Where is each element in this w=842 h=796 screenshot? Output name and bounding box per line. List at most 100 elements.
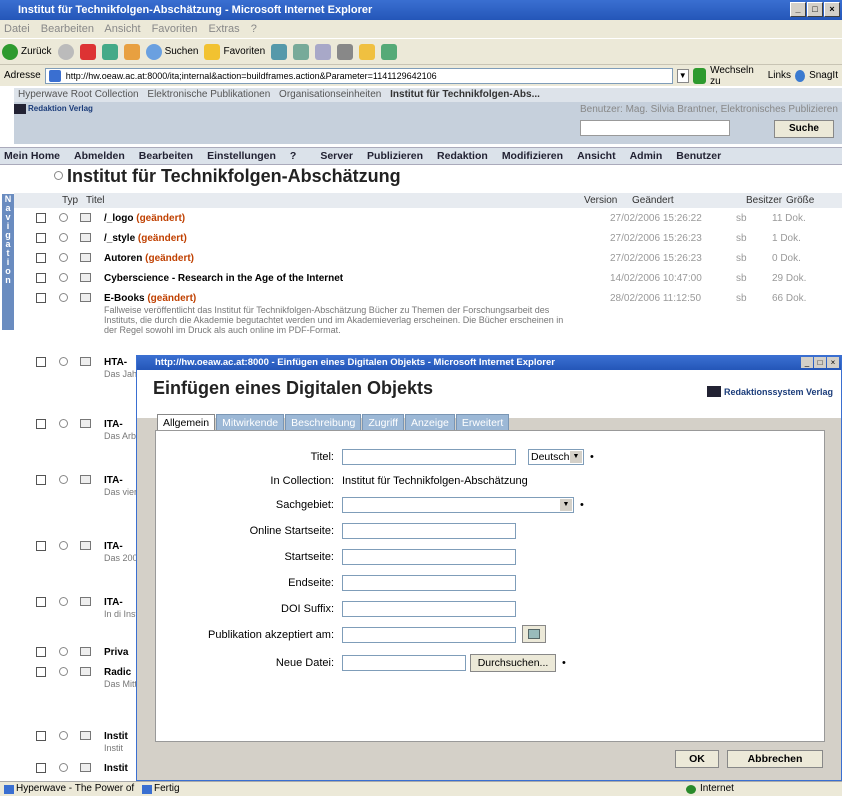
row-title[interactable]: Cyberscience - Research in the Age of th… — [104, 272, 343, 285]
row-checkbox[interactable] — [36, 213, 46, 223]
row-checkbox[interactable] — [36, 357, 46, 367]
startseite-input[interactable] — [342, 549, 516, 565]
row-checkbox[interactable] — [36, 233, 46, 243]
messenger-icon[interactable] — [381, 43, 398, 60]
back-button[interactable]: Zurück — [2, 43, 52, 60]
col-typ[interactable]: Typ — [62, 193, 78, 208]
sachgebiet-select[interactable]: ▼ — [342, 497, 574, 513]
go-icon[interactable] — [692, 67, 707, 84]
col-changed[interactable]: Geändert — [632, 193, 674, 208]
tab-erweitert[interactable]: Erweitert — [455, 414, 510, 431]
nav-logout[interactable]: Abmelden — [74, 150, 125, 162]
row-checkbox[interactable] — [36, 647, 46, 657]
nav-modify[interactable]: Modifizieren — [502, 150, 563, 162]
row-title[interactable]: HTA- — [104, 356, 127, 369]
col-size[interactable]: Größe — [786, 193, 814, 208]
forward-arrow-icon[interactable] — [57, 43, 74, 60]
nav-home[interactable]: Mein Home — [4, 150, 60, 162]
row-title[interactable]: ITA- — [104, 540, 123, 553]
address-dropdown-icon[interactable]: ▼ — [676, 68, 689, 83]
row-title[interactable]: Instit — [104, 762, 128, 775]
search-button[interactable]: Suchen — [145, 43, 198, 60]
menu-extras[interactable]: Extras — [208, 23, 239, 35]
nav-edit[interactable]: Bearbeiten — [139, 150, 193, 162]
maximize-icon[interactable]: □ — [807, 2, 823, 17]
home-icon[interactable] — [123, 43, 140, 60]
online-start-input[interactable] — [342, 523, 516, 539]
row-title[interactable]: /_style (geändert) — [104, 232, 187, 245]
nav-view[interactable]: Ansicht — [577, 150, 616, 162]
endseite-input[interactable] — [342, 575, 516, 591]
menu-help[interactable]: ? — [251, 23, 257, 35]
language-select[interactable]: Deutsch ▼ — [528, 449, 584, 465]
info-icon[interactable] — [59, 731, 68, 740]
row-title[interactable]: Instit — [104, 730, 128, 743]
go-button[interactable]: Wechseln zu — [710, 65, 758, 87]
menu-bearbeiten[interactable]: Bearbeiten — [41, 23, 94, 35]
info-icon[interactable] — [59, 293, 68, 302]
row-title[interactable]: Radic — [104, 666, 131, 679]
info-icon[interactable] — [59, 273, 68, 282]
accepted-date-input[interactable] — [342, 627, 516, 643]
ok-button[interactable]: OK — [675, 750, 719, 768]
info-icon[interactable] — [59, 233, 68, 242]
row-title[interactable]: ITA- — [104, 596, 123, 609]
browse-button[interactable]: Durchsuchen... — [470, 654, 556, 672]
info-icon[interactable] — [59, 667, 68, 676]
row-checkbox[interactable] — [36, 731, 46, 741]
crumb-epub[interactable]: Elektronische Publikationen — [147, 89, 270, 100]
row-title[interactable]: Autoren (geändert) — [104, 252, 194, 265]
row-title[interactable]: E-Books (geändert) — [104, 292, 196, 305]
info-icon[interactable] — [59, 763, 68, 772]
calendar-button[interactable] — [522, 625, 546, 643]
folder-icon[interactable] — [359, 43, 376, 60]
row-checkbox[interactable] — [36, 475, 46, 485]
tab-allgemein[interactable]: Allgemein — [157, 414, 216, 431]
info-icon[interactable] — [54, 171, 63, 180]
navigation-side-tab[interactable]: Navigation — [2, 194, 14, 330]
col-titel[interactable]: Titel — [86, 193, 105, 208]
dialog-minimize-icon[interactable]: _ — [801, 357, 813, 368]
row-checkbox[interactable] — [36, 419, 46, 429]
info-icon[interactable] — [59, 253, 68, 262]
menu-ansicht[interactable]: Ansicht — [104, 23, 140, 35]
dialog-close-icon[interactable]: × — [827, 357, 839, 368]
row-title[interactable]: ITA- — [104, 474, 123, 487]
row-checkbox[interactable] — [36, 597, 46, 607]
crumb-org[interactable]: Organisationseinheiten — [279, 89, 381, 100]
minimize-icon[interactable]: _ — [790, 2, 806, 17]
address-input[interactable]: http://hw.oeaw.ac.at:8000/ita;internal&a… — [44, 67, 673, 84]
media-icon[interactable] — [271, 43, 288, 60]
nav-settings[interactable]: Einstellungen — [207, 150, 276, 162]
row-checkbox[interactable] — [36, 667, 46, 677]
info-icon[interactable] — [59, 597, 68, 606]
row-title[interactable]: Priva — [104, 646, 128, 659]
close-icon[interactable]: × — [824, 2, 840, 17]
info-icon[interactable] — [59, 541, 68, 550]
history-icon[interactable] — [293, 43, 310, 60]
links-button[interactable]: Links — [768, 70, 791, 81]
nav-help[interactable]: ? — [290, 150, 296, 162]
new-file-input[interactable] — [342, 655, 466, 671]
cancel-button[interactable]: Abbrechen — [727, 750, 823, 768]
tab-mitwirkende[interactable]: Mitwirkende — [216, 414, 285, 431]
info-icon[interactable] — [59, 357, 68, 366]
titel-input[interactable] — [342, 449, 516, 465]
info-icon[interactable] — [59, 475, 68, 484]
tab-beschreibung[interactable]: Beschreibung — [285, 414, 362, 431]
crumb-root[interactable]: Hyperwave Root Collection — [18, 89, 139, 100]
favorites-button[interactable]: Favoriten — [204, 43, 265, 60]
nav-redaktion[interactable]: Redaktion — [437, 150, 488, 162]
row-title[interactable]: /_logo (geändert) — [104, 212, 185, 225]
site-search-input[interactable] — [580, 120, 730, 136]
site-search-button[interactable]: Suche — [774, 120, 834, 138]
row-checkbox[interactable] — [36, 273, 46, 283]
menu-datei[interactable]: Datei — [4, 23, 30, 35]
doi-input[interactable] — [342, 601, 516, 617]
info-icon[interactable] — [59, 647, 68, 656]
tab-anzeige[interactable]: Anzeige — [404, 414, 455, 431]
nav-server[interactable]: Server — [320, 150, 353, 162]
snagit-button[interactable]: SnagIt — [809, 70, 838, 81]
row-checkbox[interactable] — [36, 253, 46, 263]
refresh-icon[interactable] — [101, 43, 118, 60]
